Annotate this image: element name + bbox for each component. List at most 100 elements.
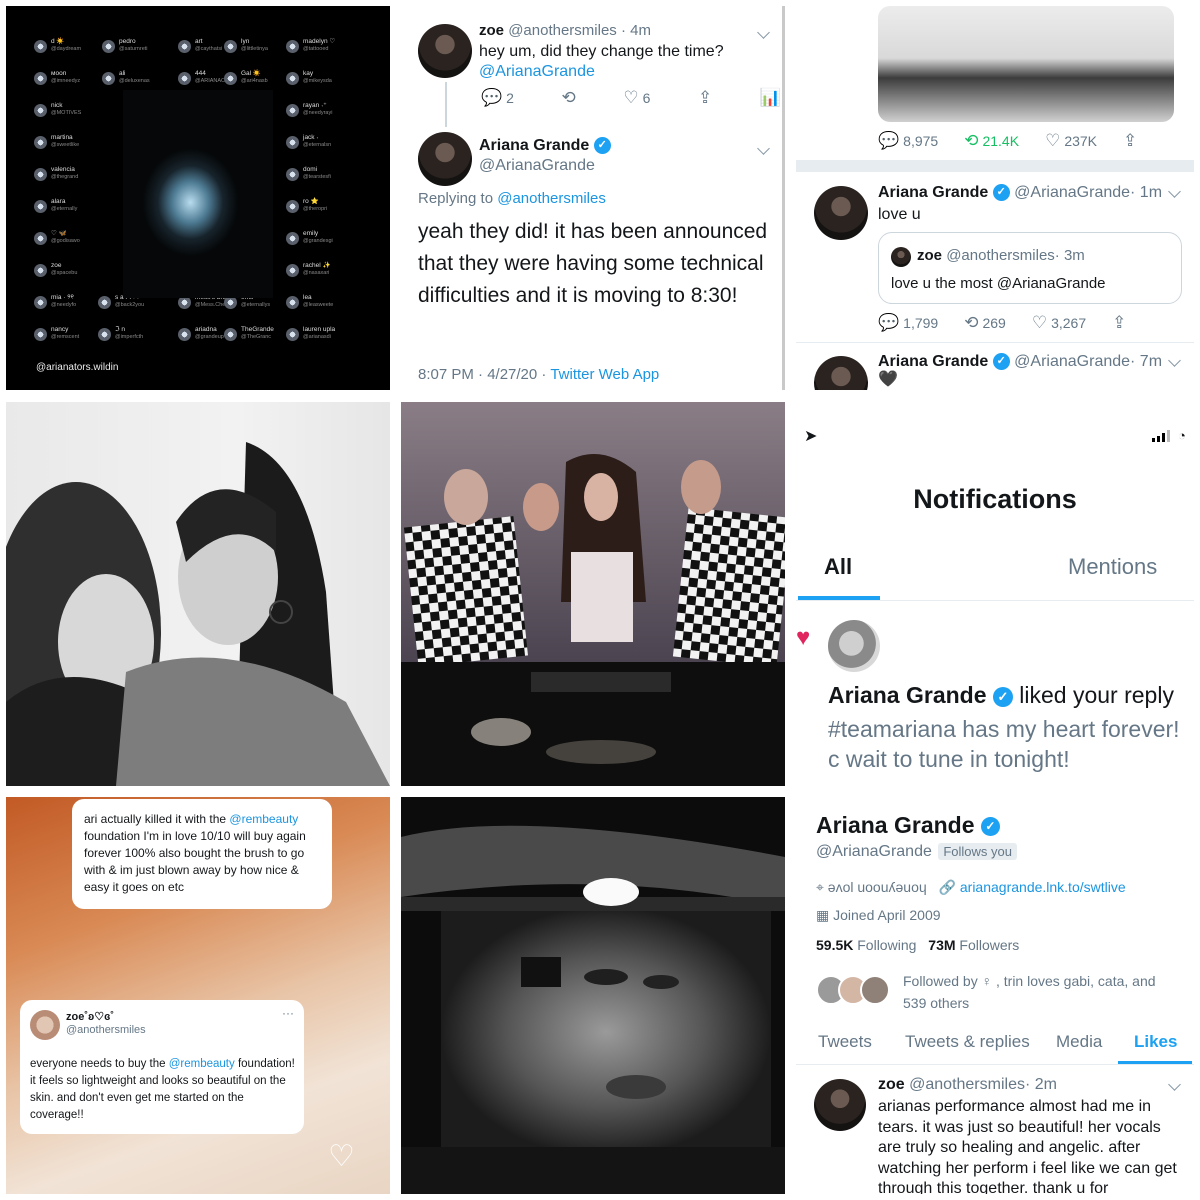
chevron-down-icon[interactable] [757,142,770,155]
scrollbar[interactable] [782,6,785,390]
follower-item[interactable]: madelyn ♡ @tattooed [286,38,358,53]
followed-by-text[interactable]: Followed by ♀ , trin loves gabi, cata, a… [903,970,1173,1014]
signal-icon [1152,430,1170,442]
watermark-handle: @arianators.wildin [36,362,119,373]
reply-button[interactable]: 💬 1,799 [878,314,938,331]
chevron-down-icon[interactable] [1168,354,1181,367]
follower-item[interactable]: emily @grandesgi [286,230,358,245]
share-button[interactable]: ⇪ [698,89,712,106]
like-button[interactable]: ♡ 6 [623,89,650,106]
avatar[interactable] [814,356,868,390]
share-button[interactable]: ⇪ [1112,314,1126,331]
tab-tweets-replies[interactable]: Tweets & replies [905,1032,1030,1052]
tweet-client[interactable]: Twitter Web App [550,366,659,383]
tweet-mention[interactable]: @ArianaGrande [479,63,595,81]
profile-meta-row: ⌖ ǝʌol uoouʎǝuoɥ 🔗 arianagrande.lnk.to/s… [816,879,1126,896]
avatar [98,328,111,341]
follower-name: TheGrande [241,326,274,333]
avatar[interactable] [814,1079,866,1131]
author-name[interactable]: zoe [878,1076,905,1093]
tab-likes[interactable]: Likes [1134,1032,1177,1052]
like-button[interactable]: ♡ 237K [1045,132,1097,149]
tweet-header: Ariana Grande ✓ @ArianaGrande· 7m [878,353,1162,371]
stage-screen-photo [401,797,785,1194]
chevron-down-icon[interactable] [1168,1078,1181,1091]
author-name[interactable]: Ariana Grande [878,184,988,201]
retweet-button[interactable]: ⟲ 269 [964,314,1006,331]
more-icon[interactable]: ··· [282,1006,294,1020]
tweet-header: zoe @anothersmiles · 4m [479,22,651,39]
reply-button[interactable]: 💬 8,975 [878,132,938,149]
notifier-name[interactable]: Ariana Grande [828,682,987,708]
follower-item[interactable]: lauren upla @arianasdi [286,326,358,341]
chevron-down-icon[interactable] [1168,185,1181,198]
follower-item[interactable]: nancy @remscent [34,326,106,341]
quote-text: love u the most @ArianaGrande [891,275,1106,292]
follower-item[interactable]: kay @mikeysda [286,70,358,85]
follower-handle: @MOTIVES [51,110,82,116]
analytics-icon: 📊 [759,88,781,107]
tab-all[interactable]: All [824,554,852,580]
follower-name: nancy [51,326,69,333]
follower-item[interactable]: martina @sweetlike [34,134,106,149]
share-icon: ⇪ [1112,313,1127,332]
group-photo[interactable] [878,6,1174,122]
retweet-icon: ⟲ [561,88,576,107]
follower-item[interactable]: ♡ 🦋 @godisawo [34,230,106,245]
avatar [178,40,191,53]
follower-item[interactable]: ro ⭐ @theropri [286,198,358,213]
follower-item[interactable]: мoon @imneedyz [34,70,106,85]
profile-name-row: Ariana Grande ✓ [816,812,1000,839]
follower-item[interactable]: rayan ˖⁺ @needyrayi [286,102,358,117]
tab-media[interactable]: Media [1056,1032,1102,1052]
avatar[interactable] [828,620,880,672]
tab-tweets[interactable]: Tweets [818,1032,872,1052]
follower-name: d ☀️ [51,38,65,45]
retweet-button[interactable]: ⟲ 21.4K [964,132,1019,149]
follower-item[interactable]: ali @deluxenas [102,70,174,85]
follower-item[interactable]: d ☀️ @daydream [34,38,106,53]
profile-link[interactable]: arianagrande.lnk.to/swtlive [960,879,1126,895]
avatar [178,72,191,85]
embedded-tweet-card[interactable]: zoe˚ʚ♡ɞ˚ @anothersmiles ··· everyone nee… [20,1000,304,1134]
reply-button[interactable]: 💬 2 [481,89,514,106]
follower-handle: @daydream [51,46,82,52]
avatar[interactable] [418,132,472,186]
tweet-mention[interactable]: @rembeauty [169,1058,235,1070]
follower-item[interactable]: ℑ n @imperfcth [98,326,170,341]
follower-item[interactable]: jack ˖ @eternalsn [286,134,358,149]
avatar [286,200,299,213]
follower-item[interactable]: lea @leasweete [286,294,358,309]
heart-icon[interactable]: ♡ [328,1139,355,1174]
follower-item[interactable]: zoe @spacebu [34,262,106,277]
avatar[interactable] [418,24,472,78]
followers-stat[interactable]: 73M Followers [928,937,1019,953]
avatar[interactable] [814,186,868,240]
divider [796,600,1194,601]
follower-item[interactable]: nick @MOTIVES [34,102,106,117]
analytics-button[interactable]: 📊 [760,89,781,106]
retweet-button[interactable]: ⟲ [562,89,576,106]
share-button[interactable]: ⇪ [1123,132,1137,149]
like-button[interactable]: ♡ 3,267 [1032,314,1086,331]
follower-item[interactable]: domi @tearstesfi [286,166,358,181]
follower-item[interactable]: pedro @saturnreti [102,38,174,53]
tab-mentions[interactable]: Mentions [1068,554,1157,580]
following-stat[interactable]: 59.5K Following [816,937,916,953]
quoted-tweet[interactable]: zoe @anothersmiles· 3m love u the most @… [878,232,1182,304]
follower-item[interactable]: rachel ✨ @nasaxari [286,262,358,277]
follower-item[interactable]: alara @eternally [34,198,106,213]
follower-handle: @remscent [51,334,80,340]
follower-name: ♡ 🦋 [51,230,67,237]
replying-to-mention[interactable]: @anothersmiles [497,190,606,207]
chevron-down-icon[interactable] [757,26,770,39]
avatar [34,264,47,277]
author-name[interactable]: Ariana Grande [878,353,988,370]
author-name[interactable]: zoe [479,22,504,39]
follower-item[interactable]: mia · ୨୧ @needyfo [34,294,106,309]
author-handle: @ArianaGrande [1014,353,1131,370]
follower-item[interactable]: valencia @thegrand [34,166,106,181]
story-mention[interactable]: @rembeauty [229,812,298,826]
follower-name: lauren upla [303,326,336,333]
author-name[interactable]: Ariana Grande [479,137,589,154]
